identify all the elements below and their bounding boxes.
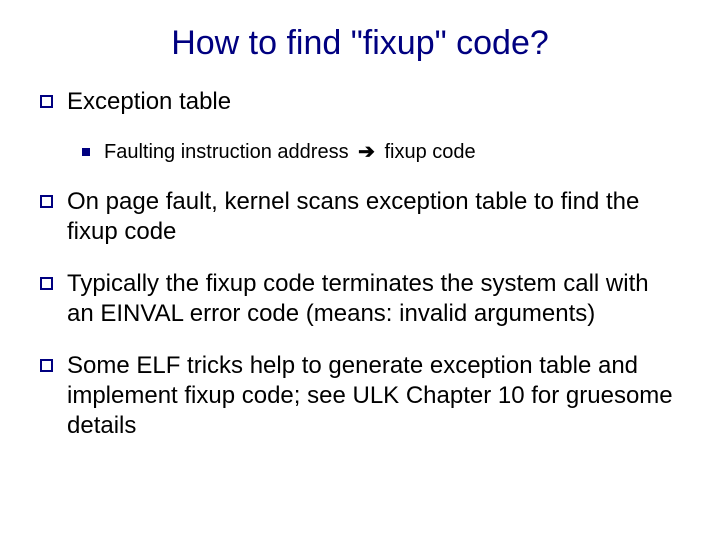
bullet-marker-icon <box>40 277 53 290</box>
bullet-page-fault: On page fault, kernel scans exception ta… <box>40 187 680 247</box>
bullet-list: Exception table Faulting instruction add… <box>40 87 680 441</box>
sub-bullet-list: Faulting instruction address ➔ fixup cod… <box>82 139 680 165</box>
bullet-text: Exception table <box>67 87 680 117</box>
sub-bullet-marker-icon <box>82 148 90 156</box>
bullet-text: Typically the fixup code terminates the … <box>67 269 680 329</box>
bullet-text: On page fault, kernel scans exception ta… <box>67 187 680 247</box>
slide-title: How to find "fixup" code? <box>40 24 680 63</box>
bullet-marker-icon <box>40 359 53 372</box>
sub-bullet-suffix: fixup code <box>379 141 476 163</box>
bullet-elf-tricks: Some ELF tricks help to generate excepti… <box>40 351 680 441</box>
slide: How to find "fixup" code? Exception tabl… <box>0 0 720 540</box>
sub-bullet-text: Faulting instruction address ➔ fixup cod… <box>104 139 680 165</box>
bullet-text: Some ELF tricks help to generate excepti… <box>67 351 680 441</box>
sub-bullet-prefix: Faulting instruction address <box>104 141 354 163</box>
sub-bullet-faulting-instruction: Faulting instruction address ➔ fixup cod… <box>82 139 680 165</box>
arrow-icon: ➔ <box>354 141 379 163</box>
bullet-marker-icon <box>40 95 53 108</box>
bullet-exception-table: Exception table <box>40 87 680 117</box>
bullet-marker-icon <box>40 195 53 208</box>
bullet-einval: Typically the fixup code terminates the … <box>40 269 680 329</box>
